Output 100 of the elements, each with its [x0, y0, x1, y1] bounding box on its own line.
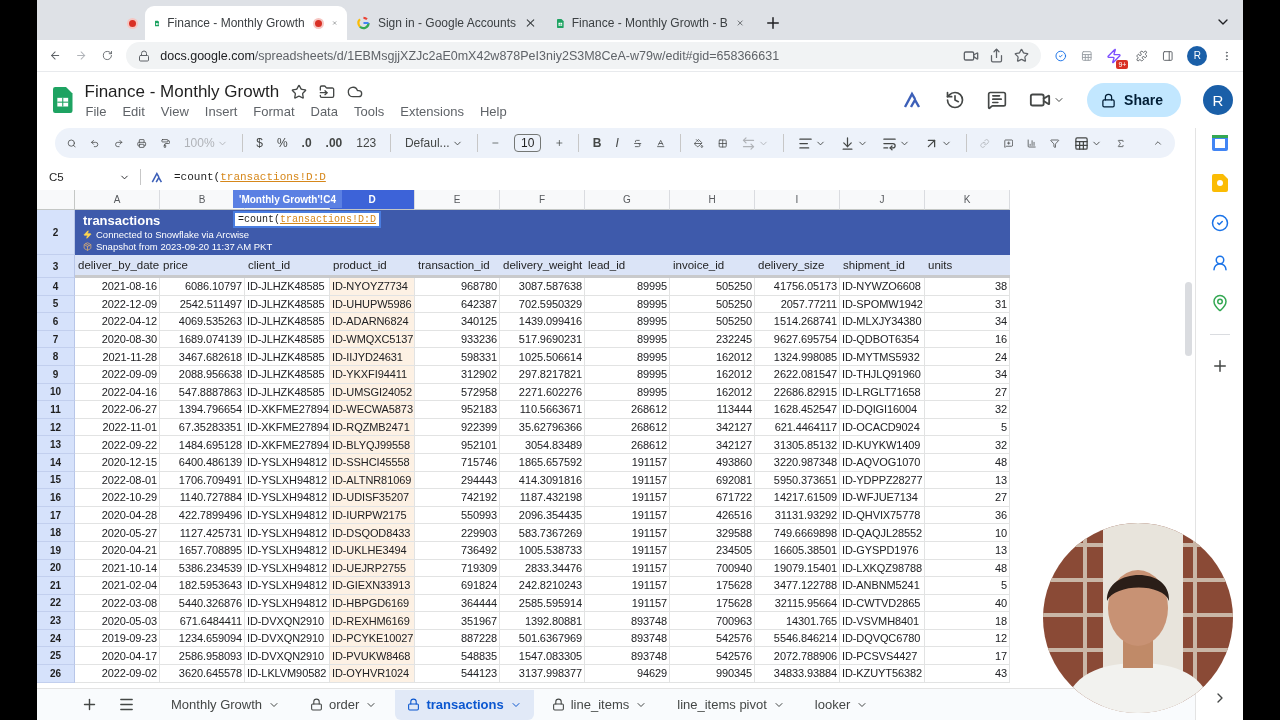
column-letter[interactable]: D: [368, 194, 376, 205]
table-cell: 18: [925, 612, 1010, 630]
sheet-tab[interactable]: looker: [802, 689, 881, 720]
menu-item[interactable]: Tools: [353, 103, 385, 119]
close-icon[interactable]: [524, 16, 537, 30]
bookmark-star-icon[interactable]: [1014, 48, 1030, 63]
scrollbar-thumb[interactable]: [1184, 282, 1192, 356]
column-letter[interactable]: A: [113, 194, 121, 205]
bold-toggle[interactable]: B: [592, 136, 602, 150]
row-number[interactable]: 16: [37, 489, 75, 507]
package-icon: [83, 242, 92, 251]
percent-format[interactable]: %: [276, 136, 288, 150]
comment-icon[interactable]: [987, 90, 1008, 110]
browser-tab[interactable]: Sign in - Google Accounts: [347, 6, 547, 40]
align-icon[interactable]: [797, 135, 813, 151]
table-cell: 113444: [670, 401, 755, 419]
menu-item[interactable]: Help: [479, 103, 507, 119]
column-letter[interactable]: F: [538, 194, 546, 205]
all-sheets-icon[interactable]: [118, 696, 135, 713]
column-letter[interactable]: B: [198, 194, 206, 205]
table-cell: 3467.682618: [160, 348, 245, 366]
table-cell: ID-ADARN6824: [330, 313, 415, 331]
table-cell: 1514.268741: [755, 313, 840, 331]
share-button[interactable]: Share: [1087, 83, 1181, 117]
row-number[interactable]: 21: [37, 577, 75, 595]
font-select[interactable]: Defaul...: [404, 136, 450, 150]
column-letter[interactable]: J: [879, 194, 885, 205]
decrease-decimal[interactable]: .0: [301, 136, 312, 150]
account-avatar[interactable]: R: [1203, 85, 1233, 115]
row-number[interactable]: 8: [37, 348, 75, 366]
column-letter[interactable]: G: [623, 194, 631, 205]
formula-editor[interactable]: =count(transactions!D:D: [233, 211, 382, 228]
font-size-field[interactable]: 10: [514, 134, 542, 152]
italic-toggle[interactable]: I: [615, 136, 619, 150]
address-bar[interactable]: docs.google.com/spreadsheets/d/1EBMsgjjXZJc2aE0mX42w878PeI3niy2S3M8CeA-w79w/edit#gid=658366631: [126, 42, 1042, 69]
browser-tab[interactable]: Finance - Monthly Growth - B: [547, 6, 754, 40]
document-title[interactable]: Finance - Monthly Growth: [84, 81, 280, 102]
row-number[interactable]: 2: [37, 210, 75, 255]
lock-icon: [407, 698, 421, 711]
table-cell: 268612: [585, 401, 670, 419]
table-cell: ID-PCSVS4427: [840, 647, 925, 666]
filter-views-icon[interactable]: [1073, 135, 1089, 151]
table-cell: 1324.998085: [755, 348, 840, 366]
row-number[interactable]: 26: [37, 665, 75, 683]
increase-decimal[interactable]: .00: [325, 136, 343, 150]
column-letter[interactable]: K: [963, 194, 971, 205]
banner-title: transactions: [83, 213, 161, 228]
table-cell: ID-OYHVR1024: [330, 665, 415, 683]
browser-tab[interactable]: Finance - Monthly Growth: [145, 6, 347, 40]
table-cell: ID-GIEXN33913: [330, 577, 415, 595]
sheet-tab[interactable]: transactions: [395, 689, 534, 720]
menu-item[interactable]: Extensions: [400, 103, 464, 119]
sheet-tab[interactable]: line_items pivot: [665, 689, 797, 720]
number-format[interactable]: 123: [356, 136, 377, 150]
currency-format[interactable]: $: [256, 136, 263, 150]
menu-item[interactable]: Insert: [204, 103, 238, 119]
table-cell: 2020-04-17: [75, 647, 160, 666]
row-number[interactable]: 13: [37, 436, 75, 454]
name-box[interactable]: C5: [49, 171, 109, 183]
star-icon[interactable]: [291, 83, 308, 100]
column-header: price: [160, 255, 245, 278]
table-cell: ID-MYTMS5932: [840, 348, 925, 366]
table-cell: ID-BLYQJ99558: [330, 436, 415, 454]
column-header: deliver_by_date: [75, 255, 160, 278]
row-number[interactable]: 3: [37, 255, 75, 278]
reload-icon[interactable]: [101, 48, 113, 63]
column-letter[interactable]: I: [795, 194, 799, 205]
new-tab-icon[interactable]: [764, 14, 782, 32]
column-letter[interactable]: H: [708, 194, 716, 205]
sheet-tab[interactable]: line_items: [539, 689, 660, 720]
profile-avatar[interactable]: R: [1187, 45, 1208, 66]
lightning-icon: [83, 230, 92, 239]
menu-item[interactable]: View: [160, 103, 189, 119]
column-letter[interactable]: E: [453, 194, 461, 205]
table-cell: 175628: [670, 577, 755, 595]
sheet-tab[interactable]: order: [298, 689, 390, 720]
move-folder-icon[interactable]: [319, 83, 336, 100]
formula-text[interactable]: =count(transactions!D:D: [174, 171, 326, 183]
extension-icon[interactable]: [1106, 47, 1123, 64]
row-number[interactable]: 25: [37, 647, 75, 666]
row-number[interactable]: 23: [37, 612, 75, 630]
menu-item[interactable]: Edit: [122, 103, 145, 119]
menu-item[interactable]: File: [85, 103, 107, 119]
menu-item[interactable]: Format: [253, 103, 295, 119]
arcwise-logo-icon[interactable]: [151, 170, 164, 184]
table-cell: 32: [925, 436, 1010, 454]
menu-item[interactable]: Data: [310, 103, 338, 119]
sheet-tab[interactable]: Monthly Growth: [159, 689, 293, 720]
tasks-icon[interactable]: [1210, 214, 1229, 232]
contacts-icon[interactable]: [1210, 254, 1229, 272]
calendar-icon[interactable]: [1210, 134, 1229, 152]
text-wrap-icon[interactable]: [881, 135, 897, 151]
history-icon[interactable]: [945, 90, 966, 110]
share-icon[interactable]: [989, 48, 1005, 63]
row-number[interactable]: 11: [37, 401, 75, 419]
row-number[interactable]: 6: [37, 313, 75, 331]
maps-icon[interactable]: [1210, 294, 1229, 312]
row-number[interactable]: 18: [37, 524, 75, 542]
add-sheet-icon[interactable]: [81, 696, 98, 713]
row-number[interactable]: 4: [37, 278, 75, 296]
